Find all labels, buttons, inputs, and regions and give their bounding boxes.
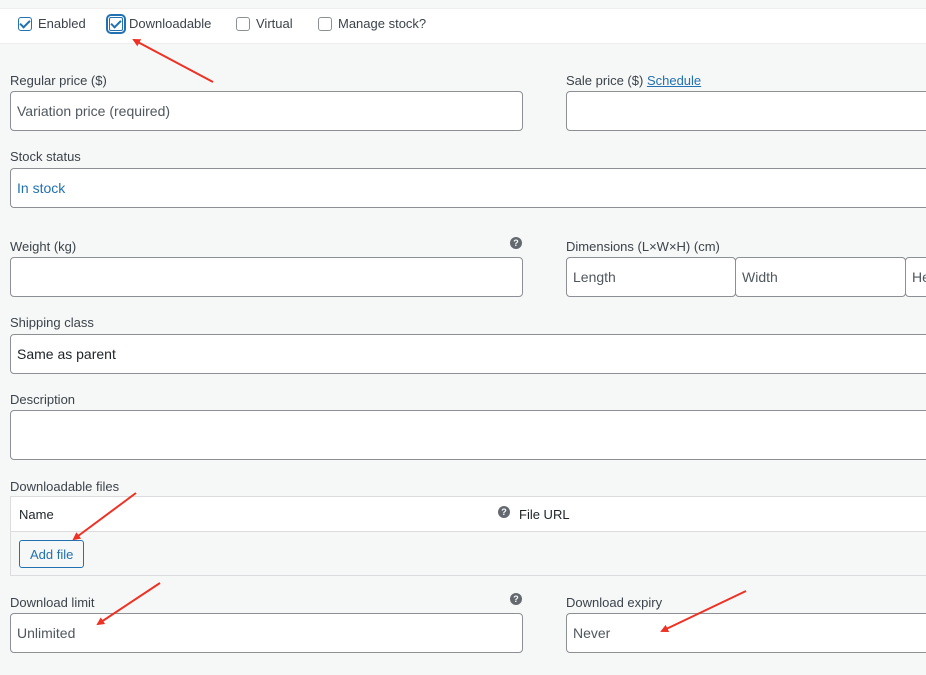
download-limit-label: Download limit xyxy=(10,595,95,610)
download-expiry-label: Download expiry xyxy=(566,595,663,610)
weight-help-icon[interactable]: ? xyxy=(510,237,522,249)
shipping-class-select[interactable]: Same as parent xyxy=(10,334,926,374)
description-textarea[interactable] xyxy=(10,410,926,460)
height-input[interactable]: Height xyxy=(905,257,926,297)
add-file-button[interactable]: Add file xyxy=(19,540,85,568)
enabled-checkbox[interactable] xyxy=(18,16,32,31)
virtual-label: Virtual xyxy=(256,16,293,31)
downloadable-files-label: Downloadable files xyxy=(10,479,120,494)
column-file-url: File URL xyxy=(519,507,570,522)
regular-price-label: Regular price ($) xyxy=(10,73,107,88)
manage-stock-checkbox[interactable] xyxy=(318,16,332,31)
sale-price-label-wrap: Sale price ($) Schedule xyxy=(566,73,701,88)
downloadable-option[interactable]: Downloadable xyxy=(106,13,212,34)
table-header: Name ? File URL xyxy=(11,497,926,532)
schedule-link[interactable]: Schedule xyxy=(647,73,701,88)
downloadable-files-table: Name ? File URL Add file xyxy=(10,496,926,576)
width-input[interactable]: Width xyxy=(735,257,906,297)
virtual-option[interactable]: Virtual xyxy=(236,16,293,31)
weight-label: Weight (kg) xyxy=(10,239,77,254)
sale-price-input[interactable] xyxy=(566,91,926,131)
downloadable-checkbox[interactable] xyxy=(106,13,126,34)
stock-status-label: Stock status xyxy=(10,149,81,164)
regular-price-input[interactable]: Variation price (required) xyxy=(10,91,523,131)
shipping-class-label: Shipping class xyxy=(10,315,94,330)
manage-stock-label: Manage stock? xyxy=(338,16,427,31)
description-label: Description xyxy=(10,392,76,407)
enabled-label: Enabled xyxy=(38,16,86,31)
download-expiry-input[interactable]: Never xyxy=(566,613,926,653)
sale-price-label: Sale price ($) xyxy=(566,73,644,88)
download-limit-input[interactable]: Unlimited xyxy=(10,613,523,653)
download-limit-help-icon[interactable]: ? xyxy=(510,593,522,605)
file-url-help-icon[interactable]: ? xyxy=(498,506,510,518)
stock-status-select[interactable]: In stock xyxy=(10,168,926,208)
manage-stock-option[interactable]: Manage stock? xyxy=(318,16,426,31)
length-input[interactable]: Length xyxy=(566,257,736,297)
dimensions-label: Dimensions (L×W×H) (cm) xyxy=(566,239,720,254)
enabled-option[interactable]: Enabled xyxy=(18,16,86,31)
arrow-downloadable xyxy=(132,39,214,83)
downloadable-label: Downloadable xyxy=(129,16,212,31)
virtual-checkbox[interactable] xyxy=(236,16,250,31)
column-name: Name xyxy=(19,507,54,522)
weight-input[interactable] xyxy=(10,257,523,297)
